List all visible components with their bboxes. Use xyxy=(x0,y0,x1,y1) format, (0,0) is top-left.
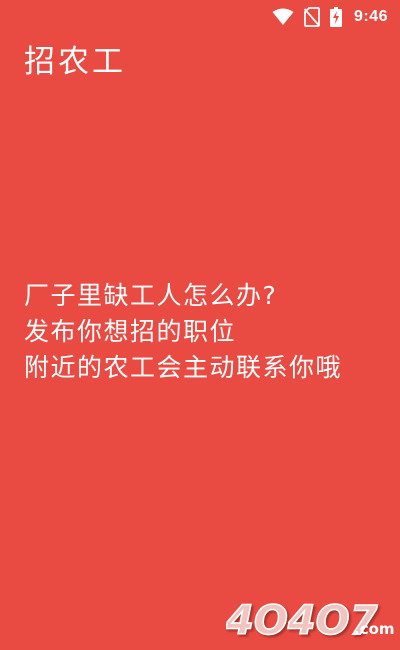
no-sim-icon xyxy=(303,7,320,27)
message-line: 附近的农工会主动联系你哦 xyxy=(24,353,343,382)
wifi-icon xyxy=(272,8,294,26)
status-bar: 9:46 xyxy=(0,0,400,34)
watermark-domain: .com xyxy=(354,620,394,638)
status-time: 9:46 xyxy=(353,8,388,25)
battery-charging-icon xyxy=(329,7,342,27)
message-line: 厂子里缺工人怎么办? xyxy=(24,281,278,310)
intro-message: 厂子里缺工人怎么办? 发布你想招的职位 附近的农工会主动联系你哦 xyxy=(24,278,342,386)
watermark-logo: 4O4O7 .com xyxy=(224,596,394,645)
status-icons: 9:46 xyxy=(272,6,388,28)
app-title: 招农工 xyxy=(24,44,126,80)
message-line: 发布你想招的职位 xyxy=(24,317,237,346)
